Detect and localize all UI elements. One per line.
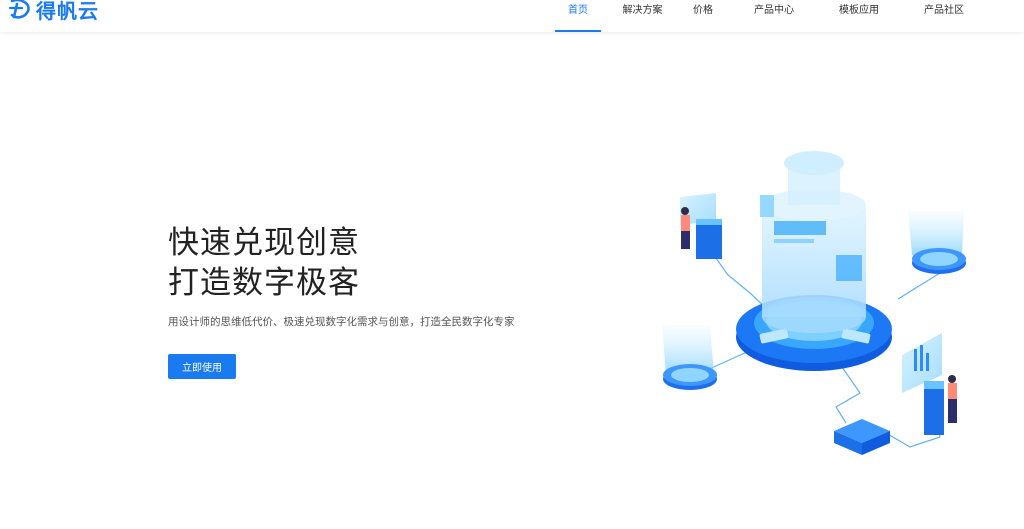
- brand-logo-icon: [8, 0, 30, 19]
- hero-title-line2: 打造数字极客: [168, 265, 360, 301]
- beam-right: [908, 211, 966, 274]
- hero-title: 快速兑现创意 打造数字极客: [168, 223, 360, 303]
- hero-subtitle: 用设计师的思维低代价、极速兑现数字化需求与创意，打造全民数字化专家: [168, 316, 515, 328]
- nav-item-home[interactable]: 首页: [555, 0, 601, 32]
- start-using-button[interactable]: 立即使用: [168, 354, 236, 379]
- top-navbar: 得帆云 首页 解决方案 价格 产品中心 模板应用 产品社区: [0, 0, 1024, 32]
- brand-logo[interactable]: 得帆云: [8, 0, 99, 24]
- main-nav: 首页 解决方案 价格 产品中心 模板应用 产品社区: [555, 0, 971, 32]
- glass-tower: [760, 151, 866, 333]
- nav-item-solutions[interactable]: 解决方案: [612, 0, 673, 32]
- nav-item-products[interactable]: 产品中心: [747, 0, 801, 32]
- beam-left: [662, 325, 717, 390]
- device-box: [834, 419, 890, 455]
- hero-title-line1: 快速兑现创意: [168, 225, 360, 261]
- brand-name: 得帆云: [36, 0, 99, 23]
- person-left: [680, 193, 722, 259]
- nav-item-community[interactable]: 产品社区: [917, 0, 971, 32]
- nav-item-pricing[interactable]: 价格: [683, 0, 723, 32]
- hero-illustration: [662, 151, 966, 455]
- person-right: [902, 333, 957, 435]
- nav-item-templates[interactable]: 模板应用: [832, 0, 886, 32]
